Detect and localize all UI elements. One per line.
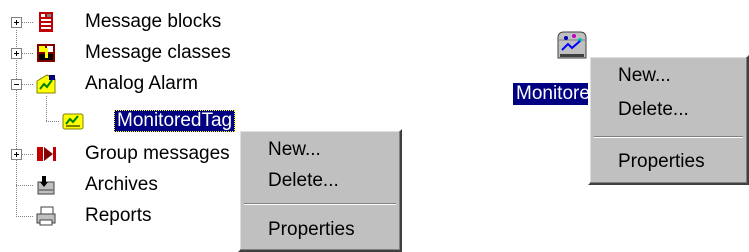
message-blocks-icon (39, 12, 53, 32)
tree-item-archives[interactable]: Archives (82, 174, 161, 196)
menu-item-delete[interactable]: Delete... (240, 166, 400, 196)
menu-item-new[interactable]: New... (590, 61, 747, 91)
tree-item-monitored-tag[interactable]: MonitoredTag (114, 110, 236, 132)
right-pane-item-monitored-tag[interactable]: MonitoredTag (513, 83, 593, 105)
expand-group-messages-button[interactable] (11, 149, 22, 160)
menu-separator (244, 203, 396, 205)
tree-item-analog-alarm[interactable]: Analog Alarm (82, 73, 201, 95)
group-messages-icon (37, 147, 56, 161)
menu-separator (594, 136, 743, 138)
monitored-tag-icon (62, 113, 84, 130)
reports-icon (36, 206, 56, 226)
menu-item-delete[interactable]: Delete... (590, 95, 747, 125)
tree-view[interactable]: Message blocks Message classes Analog Al… (0, 0, 260, 252)
analog-alarm-icon (36, 74, 56, 94)
collapse-analog-alarm-button[interactable] (11, 79, 22, 90)
monitored-tag-large-icon (557, 31, 587, 59)
expand-message-classes-button[interactable] (11, 48, 22, 59)
tree-item-message-classes[interactable]: Message classes (82, 42, 234, 64)
menu-item-properties[interactable]: Properties (240, 215, 400, 245)
archives-icon (37, 176, 55, 195)
context-menu-tree: New... Delete... Properties (238, 129, 402, 252)
tree-item-reports[interactable]: Reports (82, 205, 155, 227)
menu-item-new[interactable]: New... (240, 135, 400, 165)
tree-item-message-blocks[interactable]: Message blocks (82, 11, 224, 33)
message-classes-icon (37, 44, 55, 62)
context-menu-right-pane: New... Delete... Properties (588, 55, 749, 185)
expand-message-blocks-button[interactable] (11, 17, 22, 28)
menu-item-properties[interactable]: Properties (590, 147, 747, 177)
tree-item-group-messages[interactable]: Group messages (82, 143, 233, 165)
